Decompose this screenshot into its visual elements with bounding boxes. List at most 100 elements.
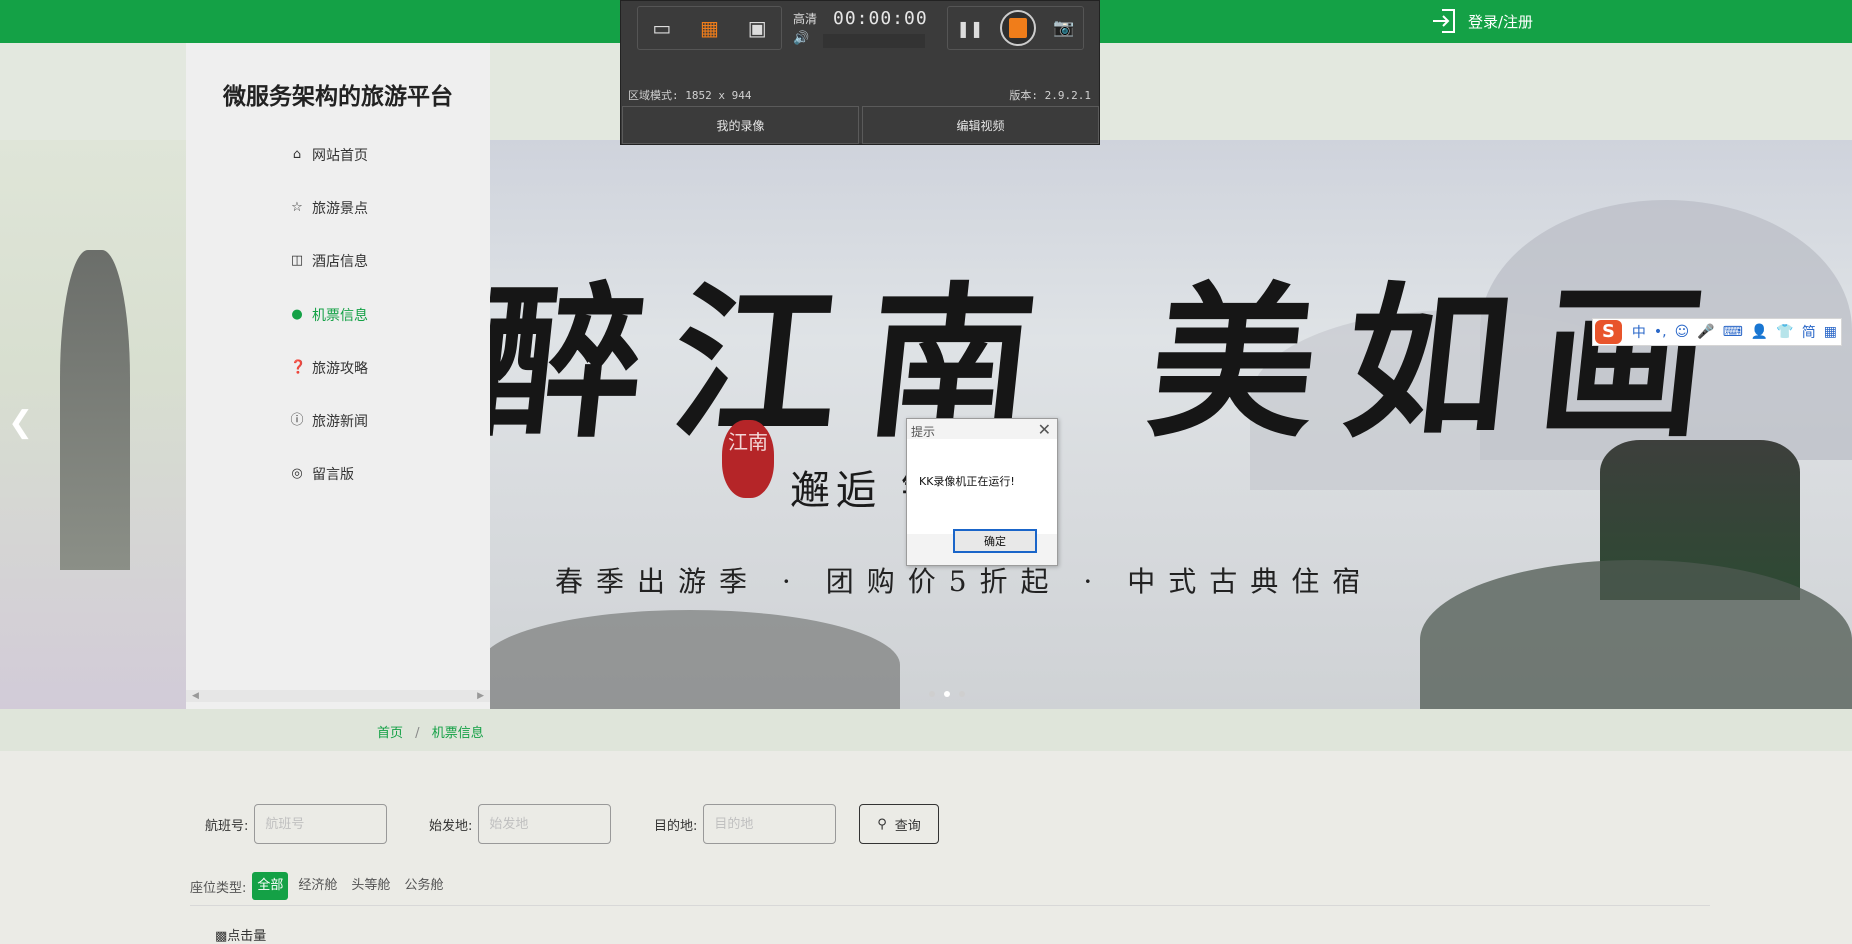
info-circle-icon: ⓘ	[290, 413, 304, 428]
side-navigation: 微服务架构的旅游平台 ⌂ 网站首页 ☆ 旅游景点 ◫ 酒店信息 ● 机票信息 ❓…	[186, 43, 490, 709]
destination-input[interactable]	[703, 804, 837, 844]
flight-number-label: 航班号:	[205, 818, 249, 834]
dialog-title: 提示	[911, 425, 936, 439]
home-icon: ⌂	[292, 147, 302, 162]
breadcrumb-current[interactable]: 机票信息	[432, 726, 484, 741]
destination-group: 目的地:	[654, 804, 837, 844]
seat-type-filter: 座位类型: 全部 经济舱 头等舱 公务舱	[190, 872, 447, 900]
destination-label: 目的地:	[654, 818, 698, 834]
ime-chinese-mode[interactable]: 中	[1632, 322, 1646, 342]
seat-option-first[interactable]: 头等舱	[347, 872, 394, 900]
search-icon: ⚲	[877, 816, 887, 832]
login-register-label: 登录/注册	[1468, 12, 1534, 31]
nav-item-flights[interactable]: ● 机票信息	[290, 305, 368, 325]
nav-item-label: 机票信息	[312, 308, 368, 324]
game-mode-icon[interactable]: ▣	[748, 16, 767, 40]
seat-type-label: 座位类型:	[190, 880, 247, 896]
nav-item-home[interactable]: ⌂ 网站首页	[290, 145, 368, 165]
seat-option-all[interactable]: 全部	[252, 872, 289, 900]
timer-bar	[823, 34, 925, 48]
ime-emoji-icon[interactable]: ☺	[1675, 324, 1690, 340]
volume-icon[interactable]: 🔊	[793, 31, 809, 46]
carousel-dots	[929, 691, 965, 697]
record-mode-group: ▭ ▦ ▣	[637, 6, 782, 50]
ime-simplified-mode[interactable]: 简	[1802, 322, 1816, 342]
trees-bottom-right	[1420, 560, 1852, 709]
ime-skin-icon[interactable]: 👕	[1776, 324, 1793, 340]
ime-user-icon[interactable]: 👤	[1751, 324, 1768, 340]
dialog-ok-button[interactable]: 确定	[953, 529, 1037, 553]
ime-logo-icon[interactable]: S	[1595, 320, 1622, 344]
fullscreen-mode-icon[interactable]: ▭	[652, 16, 671, 40]
login-icon	[1433, 9, 1455, 33]
sort-by-clicks-label: 点击量	[227, 929, 267, 944]
scroll-left-icon[interactable]: ◀	[192, 690, 199, 702]
seat-option-economy[interactable]: 经济舱	[294, 872, 341, 900]
quality-label[interactable]: 高清	[793, 10, 817, 27]
scroll-right-icon[interactable]: ▶	[477, 690, 484, 702]
banner-seal: 江南	[722, 420, 774, 498]
pagoda-silhouette	[60, 250, 130, 570]
pause-icon[interactable]: ❚❚	[957, 19, 984, 38]
ime-keyboard-icon[interactable]: ⌨	[1723, 324, 1743, 340]
query-button-label: 查询	[894, 818, 921, 834]
nav-item-attractions[interactable]: ☆ 旅游景点	[290, 198, 368, 218]
login-register-link[interactable]: 登录/注册	[1430, 5, 1533, 37]
nav-item-guestbook[interactable]: ◎ 留言版	[290, 464, 354, 484]
breadcrumb: 首页 / 机票信息	[377, 722, 484, 741]
bag-icon: ◫	[290, 253, 304, 268]
nav-item-label: 旅游景点	[312, 201, 368, 217]
ime-grid-icon[interactable]: ▦	[1824, 324, 1837, 340]
carousel-prev-icon[interactable]: ❮	[8, 405, 33, 440]
my-recordings-button[interactable]: 我的录像	[622, 106, 859, 144]
site-title: 微服务架构的旅游平台	[223, 84, 453, 110]
breadcrumb-home[interactable]: 首页	[377, 726, 403, 741]
stop-icon	[1009, 18, 1028, 38]
dialog-message: KK录像机正在运行!	[919, 475, 1015, 488]
screen-recorder-toolbar: ▭ ▦ ▣ 高清 🔊 00:00:00 ❚❚ 📷 区域模式: 1852 x 94…	[620, 0, 1100, 145]
flight-number-group: 航班号:	[205, 804, 388, 844]
nav-item-label: 旅游新闻	[312, 414, 368, 430]
stop-button[interactable]	[1000, 10, 1037, 46]
nav-item-guides[interactable]: ❓ 旅游攻略	[290, 358, 368, 378]
flight-number-input[interactable]	[254, 804, 388, 844]
nav-item-hotels[interactable]: ◫ 酒店信息	[290, 251, 368, 271]
breadcrumb-band: 首页 / 机票信息	[0, 709, 1852, 751]
recording-timer: 00:00:00	[833, 8, 928, 29]
ime-voice-icon[interactable]: 🎤	[1697, 324, 1714, 340]
query-button[interactable]: ⚲ 查询	[859, 804, 939, 844]
camera-icon[interactable]: 📷	[1053, 18, 1074, 38]
breadcrumb-separator: /	[415, 726, 420, 741]
circle-dot-icon: ●	[291, 307, 303, 322]
region-mode-icon[interactable]: ▦	[700, 16, 719, 40]
sort-by-clicks[interactable]: ▩点击量	[215, 925, 266, 944]
banner-calligraphy: 醉江南 美如画	[468, 266, 1747, 460]
origin-label: 始发地:	[429, 818, 473, 834]
question-circle-icon: ❓	[290, 360, 307, 375]
version-readout: 版本: 2.9.2.1	[1009, 89, 1091, 102]
carousel-dot-active[interactable]	[944, 691, 950, 697]
seat-option-business[interactable]: 公务舱	[400, 872, 447, 900]
origin-group: 始发地:	[429, 804, 612, 844]
ime-toolbar: S 中 •, ☺ 🎤 ⌨ 👤 👕 简 ▦	[1592, 318, 1842, 346]
origin-input[interactable]	[478, 804, 612, 844]
region-mode-readout: 区域模式: 1852 x 944	[628, 89, 752, 102]
message-icon: ◎	[291, 466, 303, 481]
sidebar-horizontal-scrollbar[interactable]: ◀ ▶	[186, 690, 490, 702]
banner-slogan: 春季出游季 · 团购价5折起 · 中式古典住宿	[555, 565, 1374, 598]
alert-dialog: 提示 ✕ KK录像机正在运行! 确定	[906, 418, 1058, 566]
ime-punctuation-icon[interactable]: •,	[1654, 324, 1667, 340]
star-icon: ☆	[291, 200, 303, 215]
close-icon[interactable]: ✕	[1038, 420, 1051, 439]
nav-item-news[interactable]: ⓘ 旅游新闻	[290, 411, 368, 431]
divider	[190, 905, 1710, 906]
edit-video-button[interactable]: 编辑视频	[862, 106, 1099, 144]
nav-item-label: 酒店信息	[312, 254, 368, 270]
carousel-dot[interactable]	[959, 691, 965, 697]
trees-bottom-center	[480, 610, 900, 709]
carousel-dot[interactable]	[929, 691, 935, 697]
nav-item-label: 旅游攻略	[312, 361, 368, 377]
bar-chart-icon: ▩	[215, 929, 228, 944]
record-controls: ❚❚ 📷	[947, 6, 1084, 50]
nav-item-label: 留言版	[312, 467, 354, 483]
